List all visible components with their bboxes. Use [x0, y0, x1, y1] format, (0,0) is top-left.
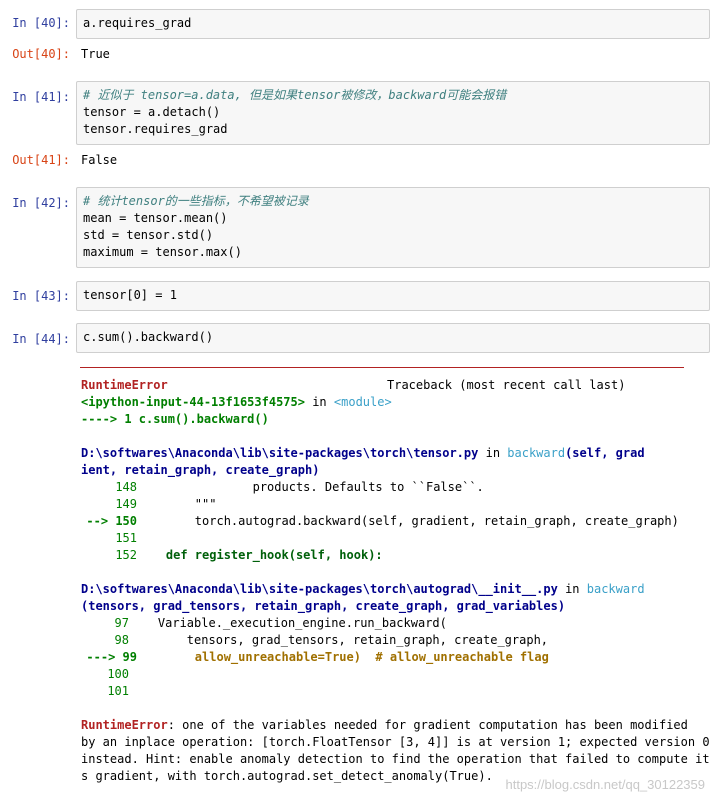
- traceback-frame-1: D:\softwares\Anaconda\lib\site-packages\…: [81, 445, 645, 462]
- source-code: torch.autograd.backward(self, gradient, …: [137, 514, 679, 528]
- traceback-title: Traceback (most recent call last): [387, 378, 626, 392]
- module-name: <module>: [333, 395, 392, 409]
- source-line-current: ---> 99 allow_unreachable=True) # allow_…: [81, 649, 549, 666]
- signature-1b: ient, retain_graph, create_graph): [81, 463, 320, 477]
- in-word: in: [312, 395, 327, 409]
- source-code: """: [137, 497, 217, 511]
- watermark: https://blog.csdn.net/qq_30122359: [505, 777, 706, 792]
- input-prompt-40: In [40]:: [12, 16, 70, 30]
- traceback-output: RuntimeError Traceback (most recent call …: [76, 360, 710, 790]
- func-name-2: backward: [586, 582, 645, 596]
- code-cell-43[interactable]: tensor[0] = 1: [76, 281, 710, 311]
- input-prompt-41: In [41]:: [12, 90, 70, 104]
- code-line: maximum = tensor.max(): [83, 245, 242, 259]
- line-number: 97: [114, 616, 129, 630]
- traceback-frame-2: D:\softwares\Anaconda\lib\site-packages\…: [81, 581, 645, 598]
- source-line: 97 Variable._execution_engine.run_backwa…: [81, 615, 447, 632]
- code-cell-40[interactable]: a.requires_grad: [76, 9, 710, 39]
- output-text-40: True: [81, 47, 110, 61]
- code-cell-44[interactable]: c.sum().backward(): [76, 323, 710, 353]
- in-word: in: [565, 582, 580, 596]
- source-line-current: --> 150 torch.autograd.backward(self, gr…: [81, 513, 679, 530]
- code-cell-41[interactable]: # 近似于 tensor=a.data, 但是如果tensor被修改，backw…: [76, 81, 710, 145]
- func-name-1: backward: [507, 446, 566, 460]
- source-line: 151: [81, 530, 137, 547]
- traceback-frame-1-cont: ient, retain_graph, create_graph): [81, 462, 319, 479]
- traceback-frame-input: <ipython-input-44-13f1653f4575> in <modu…: [81, 394, 392, 411]
- error-message: instead. Hint: enable anomaly detection …: [81, 752, 710, 766]
- error-name: RuntimeError: [81, 378, 168, 392]
- input-prompt-43: In [43]:: [12, 289, 70, 303]
- code-line: tensor.requires_grad: [83, 122, 228, 136]
- source-line: 152 def register_hook(self, hook):: [81, 547, 383, 564]
- source-code: Variable._execution_engine.run_backward(: [129, 616, 447, 630]
- code-line: std = tensor.std(): [83, 228, 214, 242]
- traceback-header: RuntimeError Traceback (most recent call …: [81, 377, 625, 394]
- signature-1a: (self, grad: [565, 446, 645, 460]
- line-number: 148: [115, 480, 137, 494]
- line-number: --> 150: [86, 514, 137, 528]
- error-message: : one of the variables needed for gradie…: [167, 718, 688, 732]
- arrow-line-text: ----> 1 c.sum().backward(): [81, 412, 269, 426]
- signature-2: (tensors, grad_tensors, retain_graph, cr…: [81, 599, 566, 613]
- source-code: products. Defaults to ``False``.: [137, 480, 484, 494]
- line-number: 151: [115, 531, 137, 545]
- output-text-41: False: [81, 153, 118, 167]
- source-line: 149 """: [81, 496, 216, 513]
- input-prompt-42: In [42]:: [12, 196, 70, 210]
- source-line: 100: [81, 666, 129, 683]
- code-comment: # 统计tensor的一些指标，不希望被记录: [83, 194, 309, 208]
- final-error-name: RuntimeError: [81, 718, 168, 732]
- source-code: def register_hook(self, hook):: [137, 548, 383, 562]
- traceback-arrow-line: ----> 1 c.sum().backward(): [81, 411, 269, 428]
- line-number: 152: [115, 548, 137, 562]
- source-line: 148 products. Defaults to ``False``.: [81, 479, 484, 496]
- output-prompt-40: Out[40]:: [12, 47, 70, 61]
- code-cell-42[interactable]: # 统计tensor的一些指标，不希望被记录 mean = tensor.mea…: [76, 187, 710, 268]
- line-number: 98: [114, 633, 129, 647]
- input-prompt-44: In [44]:: [12, 332, 70, 346]
- line-number: ---> 99: [86, 650, 137, 664]
- file-path-2: D:\softwares\Anaconda\lib\site-packages\…: [81, 582, 558, 596]
- traceback-frame-2-cont: (tensors, grad_tensors, retain_graph, cr…: [81, 598, 565, 615]
- error-message: by an inplace operation: [torch.FloatTen…: [81, 735, 710, 749]
- source-line: 101: [81, 683, 129, 700]
- line-number: 149: [115, 497, 137, 511]
- error-message: s gradient, with torch.autograd.set_dete…: [81, 769, 493, 783]
- line-number: 100: [107, 667, 129, 681]
- source-line: 98 tensors, grad_tensors, retain_graph, …: [81, 632, 548, 649]
- traceback-rule: [80, 367, 684, 368]
- line-number: 101: [107, 684, 129, 698]
- file-path-1: D:\softwares\Anaconda\lib\site-packages\…: [81, 446, 479, 460]
- code-line: tensor[0] = 1: [83, 288, 177, 302]
- output-prompt-41: Out[41]:: [12, 153, 70, 167]
- code-line: c.sum().backward(): [83, 330, 214, 344]
- code-line: mean = tensor.mean(): [83, 211, 228, 225]
- code-line: tensor = a.detach(): [83, 105, 221, 119]
- code-comment: # 近似于 tensor=a.data, 但是如果tensor被修改，backw…: [83, 88, 507, 102]
- in-word: in: [485, 446, 501, 460]
- ipython-input: <ipython-input-44-13f1653f4575>: [81, 395, 305, 409]
- source-code: tensors, grad_tensors, retain_graph, cre…: [129, 633, 549, 647]
- code-line: a.requires_grad: [83, 16, 192, 30]
- source-code: allow_unreachable=True) # allow_unreacha…: [137, 650, 549, 664]
- final-error-line: RuntimeError: one of the variables neede…: [81, 717, 688, 734]
